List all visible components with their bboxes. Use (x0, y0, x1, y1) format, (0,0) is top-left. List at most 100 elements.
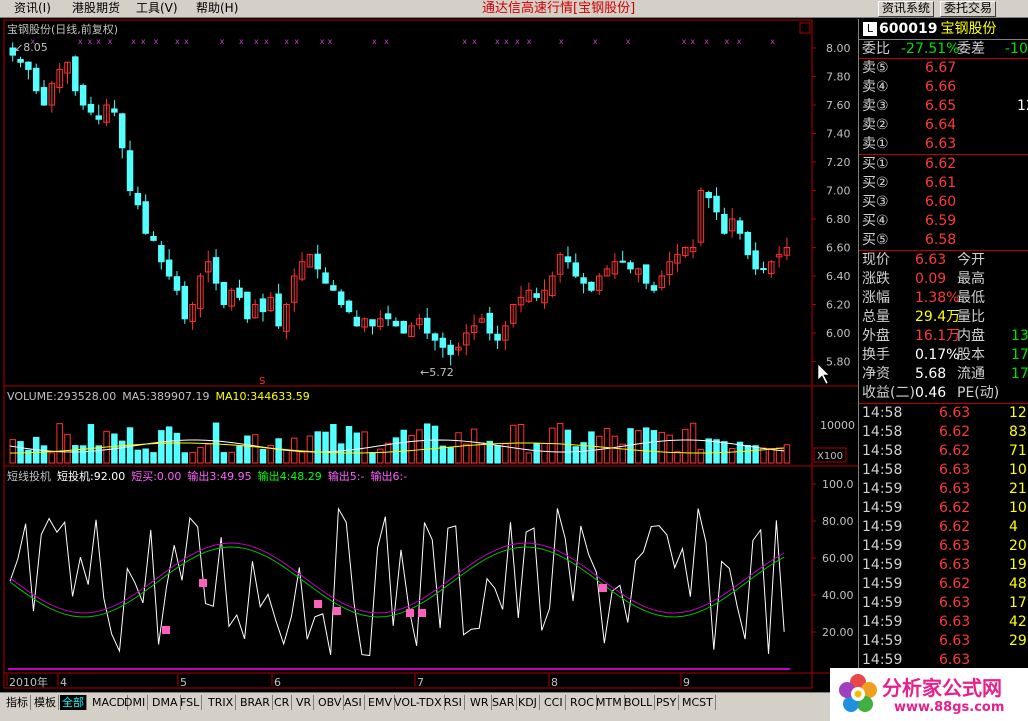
svg-text:x: x (384, 37, 389, 46)
ask-list: 卖⑤6.67 卖④6.66 卖③6.6512 卖②6.64 卖①6.63 (859, 59, 1028, 155)
tick-row: 14:59 6.63 21 (862, 481, 1027, 497)
ask-row: 卖⑤ 6.67 (862, 60, 957, 76)
menu-info[interactable]: 资讯(I) (14, 1, 51, 16)
tab-vol-tdx[interactable]: VOL-TDX (392, 695, 445, 710)
volume-unit: X100 (817, 451, 843, 462)
svg-text:x: x (472, 37, 477, 46)
high-label: ↙8.05 (14, 41, 48, 54)
price-tick: 7.20 (826, 156, 851, 169)
price-tick: 7.60 (826, 99, 851, 112)
tab-trix[interactable]: TRIX (206, 695, 237, 710)
tab-roc[interactable]: ROC (568, 695, 597, 710)
date-label: 4 (60, 676, 67, 689)
svg-text:x: x (504, 37, 509, 46)
svg-text:x: x (264, 37, 269, 46)
tab-cci[interactable]: CCI (542, 695, 566, 710)
tab-模板[interactable]: 模板 (32, 695, 59, 710)
svg-text:x: x (96, 37, 101, 46)
sell-marker: S (259, 376, 265, 387)
svg-text:x: x (78, 37, 83, 46)
price-tick: 8.00 (826, 42, 851, 55)
svg-text:x: x (682, 37, 687, 46)
quote-panel: L 600019 宝钢股份 委比 -27.51% 委差 -10 卖⑤ 6.67 卖④ 6.… (858, 19, 1028, 681)
tab-dma[interactable]: DMA (150, 695, 181, 710)
tab-brar[interactable]: BRAR (238, 695, 273, 710)
tick-row: 14:58 6.63 10 (862, 462, 1027, 478)
trade-button[interactable]: 委托交易 (940, 1, 997, 17)
price-tick: 7.80 (826, 71, 851, 84)
price-tick: 7.40 (826, 128, 851, 141)
svg-text:x: x (87, 37, 92, 46)
menu-help[interactable]: 帮助(H) (196, 1, 238, 16)
date-label: 5 (180, 676, 187, 689)
menu-tools[interactable]: 工具(V) (136, 1, 178, 16)
stock-header: L 600019 宝钢股份 (859, 19, 1028, 40)
tab-rsi[interactable]: RSI (442, 695, 465, 710)
ask-row: 卖① 6.63 (862, 136, 957, 152)
svg-text:x: x (704, 37, 709, 46)
tick-row: 14:59 6.63 29 (862, 633, 1027, 649)
tab-psy[interactable]: PSY (654, 695, 680, 710)
order-ratio-row: 委比 -27.51% 委差 -10 (859, 40, 1028, 59)
chart-area[interactable]: 宝钢股份(日线,前复权) 8.00 7.80 7.60 7.40 7.20 7.00 6.8… (0, 18, 858, 692)
tab-kdj[interactable]: KDJ (516, 695, 540, 710)
tab-指标[interactable]: 指标 (4, 695, 31, 710)
price-tick: 5.80 (826, 356, 851, 369)
menu-bar: 资讯(I) 港股期货 工具(V) 帮助(H) 通达信高速行情[宝钢股份] 资讯系… (0, 0, 1028, 18)
svg-text:x: x (154, 37, 159, 46)
tick-row: 14:58 6.63 12 (862, 405, 1027, 421)
tick-row: 14:58 6.62 71 (862, 443, 1027, 459)
svg-text:x: x (626, 37, 631, 46)
date-label: 6 (274, 676, 281, 689)
tab-cr[interactable]: CR (272, 695, 293, 710)
tab-asi[interactable]: ASI (342, 695, 365, 710)
watermark-url: www.88gs.com (894, 700, 1005, 715)
tab-boll[interactable]: BOLL (622, 695, 656, 710)
indicator-header: 短线投机 短投机:92.00 短买:0.00 输出3:49.95 输出4:48.29 输出… (7, 469, 407, 483)
tick-row: 14:59 6.63 17 (862, 595, 1027, 611)
indicator-tick: 80.00 (822, 515, 854, 528)
indicator-tick: 20.00 (822, 626, 854, 639)
indicator-tick: 40.00 (822, 589, 854, 602)
info-system-button[interactable]: 资讯系统 (878, 1, 935, 17)
svg-text:x: x (108, 37, 113, 46)
stat-row: 换手 0.17% 股本 17 (862, 347, 1028, 363)
volume-tick: 10000 (820, 419, 855, 432)
stat-row: 收益(二) 0.46 PE(动) (862, 385, 1000, 401)
svg-text:x: x (254, 37, 259, 46)
tick-row: 14:59 6.62 4 (862, 519, 1018, 535)
tick-row: 14:59 6.62 48 (862, 576, 1027, 592)
price-tick: 6.00 (826, 327, 851, 340)
tab-全部[interactable]: 全部 (60, 695, 87, 710)
svg-text:x: x (515, 37, 520, 46)
svg-text:x: x (328, 37, 333, 46)
tab-fsl[interactable]: FSL (178, 695, 203, 710)
tab-wr[interactable]: WR (468, 695, 492, 710)
svg-text:x: x (462, 37, 467, 46)
tab-mcst[interactable]: MCST (680, 695, 716, 710)
svg-text:x: x (559, 37, 564, 46)
svg-text:x: x (141, 37, 146, 46)
indicator-tick: 100.0 (822, 478, 854, 491)
tick-list: 14:58 6.63 12 14:58 6.62 83 14:58 6.62 71 14:58 6.… (859, 404, 1028, 670)
menu-hk-futures[interactable]: 港股期货 (72, 1, 120, 16)
tab-obv[interactable]: OBV (316, 695, 345, 710)
stat-row: 现价 6.63 今开 (862, 252, 985, 268)
bid-row: 买③ 6.60 (862, 194, 957, 210)
tab-vr[interactable]: VR (294, 695, 315, 710)
tick-row: 14:59 6.62 10 (862, 500, 1027, 516)
svg-text:x: x (593, 37, 598, 46)
low-label: ←5.72 (420, 366, 454, 379)
price-tick: 6.60 (826, 242, 851, 255)
price-tick: 6.20 (826, 299, 851, 312)
flower-icon (839, 674, 877, 712)
tab-emv[interactable]: EMV (366, 695, 395, 710)
volume-header: VOLUME:293528.00 MA5:389907.19 MA10:344633… (7, 390, 310, 403)
watermark-text: 分析家公式网 (882, 676, 1002, 700)
tab-dmi[interactable]: DMI (122, 695, 149, 710)
ask-row: 卖③6.6512 (862, 98, 1028, 114)
tab-mtm[interactable]: MTM (594, 695, 625, 710)
ask-row: 卖② 6.64 (862, 117, 957, 133)
tick-row: 14:59 6.63 20 (862, 538, 1027, 554)
tab-sar[interactable]: SAR (490, 695, 518, 710)
